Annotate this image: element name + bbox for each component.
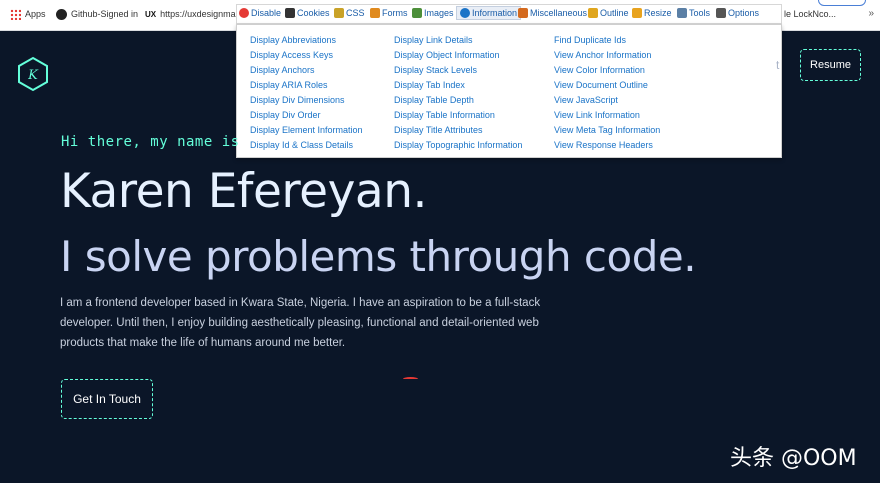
forms-icon	[370, 8, 380, 18]
menu-item[interactable]: Display Div Order	[250, 108, 363, 123]
annotation-mark	[403, 377, 418, 381]
cookies-icon	[285, 8, 295, 18]
menu-column-2: Display Link Details Display Object Info…	[394, 33, 522, 153]
hero-greeting: Hi there, my name is	[61, 134, 240, 150]
menu-item[interactable]: Display Link Details	[394, 33, 522, 48]
miscellaneous-icon	[518, 8, 528, 18]
watermark: 头条 @OOM	[730, 446, 857, 471]
nav-link-partial[interactable]: t	[776, 58, 779, 72]
resize-icon	[632, 8, 642, 18]
menu-item[interactable]: Display Stack Levels	[394, 63, 522, 78]
menu-item[interactable]: View Meta Tag Information	[554, 123, 660, 138]
bookmark-uxdesign[interactable]: UX https://uxdesignma...	[145, 9, 243, 19]
site-logo[interactable]: K	[16, 56, 50, 92]
toolbar-outline[interactable]: Outline	[588, 8, 629, 18]
toolbar-miscellaneous[interactable]: Miscellaneous	[518, 8, 587, 18]
menu-item[interactable]: Display Id & Class Details	[250, 138, 363, 153]
menu-item[interactable]: Display Table Information	[394, 108, 522, 123]
tools-icon	[677, 8, 687, 18]
menu-item[interactable]: View Anchor Information	[554, 48, 660, 63]
outline-icon	[588, 8, 598, 18]
menu-item[interactable]: Display Element Information	[250, 123, 363, 138]
ux-icon: UX	[145, 10, 157, 20]
hero-bio: I am a frontend developer based in Kwara…	[60, 297, 541, 349]
menu-column-1: Display Abbreviations Display Access Key…	[250, 33, 363, 153]
bookmark-github[interactable]: Github-Signed in	[56, 9, 138, 21]
menu-item[interactable]: View JavaScript	[554, 93, 660, 108]
resume-button[interactable]: Resume	[800, 49, 861, 81]
profile-pill[interactable]	[818, 0, 866, 6]
information-icon	[460, 8, 470, 18]
menu-item[interactable]: Display Table Depth	[394, 93, 522, 108]
menu-item[interactable]: Display Access Keys	[250, 48, 363, 63]
menu-item[interactable]: Display ARIA Roles	[250, 78, 363, 93]
menu-item[interactable]: View Link Information	[554, 108, 660, 123]
toolbar-tools[interactable]: Tools	[677, 8, 710, 18]
apps-grid-icon	[10, 9, 21, 21]
menu-item[interactable]: View Document Outline	[554, 78, 660, 93]
toolbar-forms[interactable]: Forms	[370, 8, 408, 18]
options-icon	[716, 8, 726, 18]
hero-name: Karen Efereyan.	[60, 164, 427, 219]
information-menu: Display Abbreviations Display Access Key…	[236, 24, 782, 158]
toolbar-information[interactable]: Information	[456, 6, 522, 20]
css-icon	[334, 8, 344, 18]
menu-item[interactable]: Display Div Dimensions	[250, 93, 363, 108]
menu-item[interactable]: Display Topographic Information	[394, 138, 522, 153]
images-icon	[412, 8, 422, 18]
webdev-toolbar: Disable Cookies CSS Forms Images Informa…	[236, 4, 782, 24]
bookmark-locknco[interactable]: le LockNco...	[784, 9, 836, 19]
hero-tagline: I solve problems through code.	[60, 232, 697, 281]
github-icon	[56, 9, 67, 21]
menu-item[interactable]: View Color Information	[554, 63, 660, 78]
toolbar-disable[interactable]: Disable	[239, 8, 281, 18]
svg-text:K: K	[27, 68, 39, 83]
bookmarks-overflow-icon[interactable]: »	[868, 8, 874, 19]
menu-item[interactable]: View Response Headers	[554, 138, 660, 153]
hexagon-logo-icon: K	[18, 56, 48, 92]
menu-item[interactable]: Find Duplicate Ids	[554, 33, 660, 48]
toolbar-resize[interactable]: Resize	[632, 8, 672, 18]
toolbar-options[interactable]: Options	[716, 8, 759, 18]
toolbar-css[interactable]: CSS	[334, 8, 365, 18]
menu-column-3: Find Duplicate Ids View Anchor Informati…	[554, 33, 660, 153]
disable-icon	[239, 8, 249, 18]
toolbar-images[interactable]: Images	[412, 8, 454, 18]
menu-item[interactable]: Display Object Information	[394, 48, 522, 63]
menu-item[interactable]: Display Anchors	[250, 63, 363, 78]
menu-item[interactable]: Display Abbreviations	[250, 33, 363, 48]
toolbar-cookies[interactable]: Cookies	[285, 8, 330, 18]
menu-item[interactable]: Display Tab Index	[394, 78, 522, 93]
get-in-touch-button[interactable]: Get In Touch	[61, 379, 153, 419]
bookmark-apps[interactable]: Apps	[10, 9, 46, 21]
menu-item[interactable]: Display Title Attributes	[394, 123, 522, 138]
